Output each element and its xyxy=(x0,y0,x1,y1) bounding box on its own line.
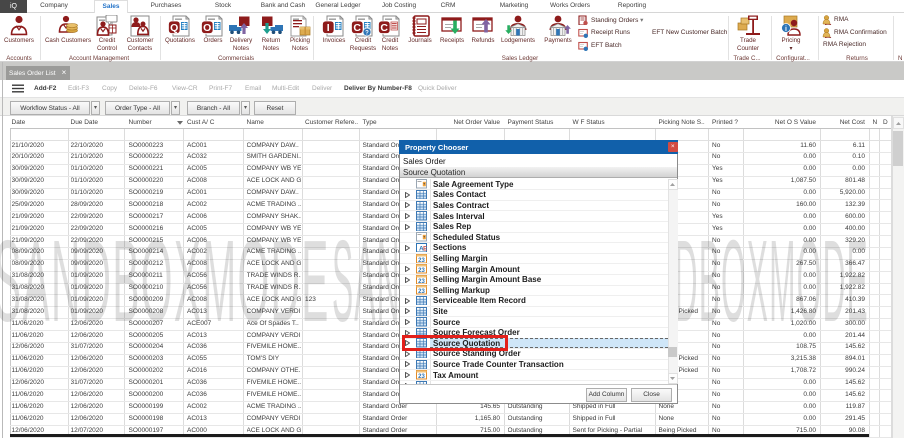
svg-text:?: ? xyxy=(365,31,369,37)
svg-text:i: i xyxy=(785,26,787,33)
svg-text:23: 23 xyxy=(418,279,425,285)
svg-text:23: 23 xyxy=(418,289,425,295)
svg-text:23: 23 xyxy=(418,374,425,380)
svg-text:Q: Q xyxy=(170,22,178,34)
svg-text:O: O xyxy=(203,22,211,34)
svg-text:C: C xyxy=(380,22,388,34)
svg-text:C: C xyxy=(353,22,361,34)
svg-text:I: I xyxy=(327,22,330,34)
svg-text:E: E xyxy=(423,245,427,252)
svg-text:23: 23 xyxy=(418,258,425,264)
svg-text:23: 23 xyxy=(418,268,425,274)
